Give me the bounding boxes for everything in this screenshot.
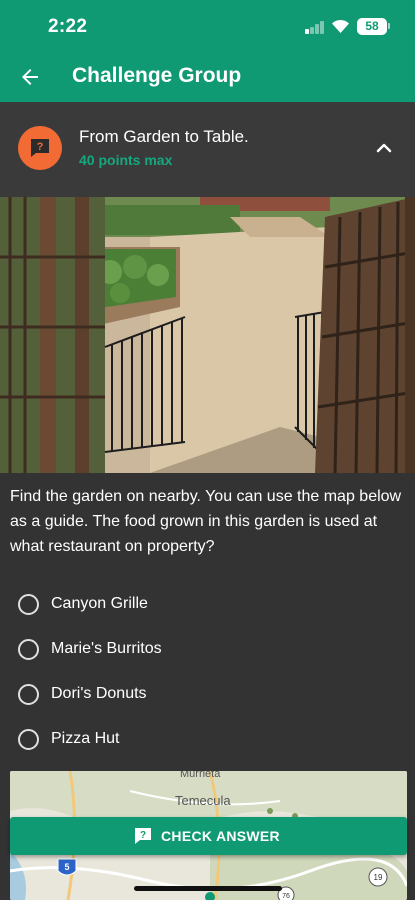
svg-text:?: ? bbox=[140, 830, 146, 841]
home-indicator[interactable] bbox=[134, 886, 282, 891]
highway-19-label: 19 bbox=[374, 873, 383, 882]
option-label: Canyon Grille bbox=[51, 595, 148, 612]
app-bar: Challenge Group bbox=[0, 52, 415, 102]
radio-icon[interactable] bbox=[18, 729, 39, 750]
chevron-up-icon[interactable] bbox=[374, 138, 394, 158]
answer-option-1[interactable]: Canyon Grille bbox=[10, 585, 405, 625]
question-text: Find the garden on nearby. You can use t… bbox=[10, 488, 402, 555]
check-answer-label: CHECK ANSWER bbox=[161, 828, 280, 844]
map-label-murrieta: Murrieta bbox=[180, 771, 221, 780]
answer-option-4[interactable]: Pizza Hut bbox=[10, 720, 405, 760]
radio-icon[interactable] bbox=[18, 594, 39, 615]
page-title: Challenge Group bbox=[72, 64, 242, 87]
chat-question-icon: ? bbox=[18, 126, 62, 170]
chat-question-icon: ? bbox=[135, 828, 151, 844]
status-bar: 2:22 58 bbox=[0, 0, 415, 52]
answer-option-3[interactable]: Dori's Donuts bbox=[10, 675, 405, 715]
highway-76-label: 76 bbox=[282, 893, 290, 900]
challenge-header[interactable]: ? From Garden to Table. 40 points max bbox=[0, 102, 415, 197]
option-label: Marie's Burritos bbox=[51, 640, 162, 657]
signal-icon bbox=[305, 21, 325, 34]
battery-tip bbox=[388, 23, 390, 29]
svg-text:?: ? bbox=[37, 141, 44, 153]
check-answer-button[interactable]: ? CHECK ANSWER bbox=[10, 817, 407, 855]
status-time: 2:22 bbox=[48, 16, 88, 37]
battery-icon: 58 bbox=[357, 18, 387, 35]
wifi-icon bbox=[332, 19, 349, 33]
radio-icon[interactable] bbox=[18, 639, 39, 660]
challenge-title: From Garden to Table. bbox=[79, 127, 249, 146]
challenge-points: 40 points max bbox=[79, 152, 173, 168]
option-label: Pizza Hut bbox=[51, 730, 120, 747]
back-arrow-icon[interactable] bbox=[18, 65, 42, 89]
option-label: Dori's Donuts bbox=[51, 685, 147, 702]
garden-photo bbox=[0, 197, 415, 473]
highway-19-shield: 19 bbox=[368, 867, 388, 887]
answer-option-2[interactable]: Marie's Burritos bbox=[10, 630, 405, 670]
map-label-temecula: Temecula bbox=[175, 793, 231, 808]
highway-5-label: 5 bbox=[64, 862, 69, 872]
radio-icon[interactable] bbox=[18, 684, 39, 705]
highway-5-shield: 5 bbox=[57, 858, 77, 876]
